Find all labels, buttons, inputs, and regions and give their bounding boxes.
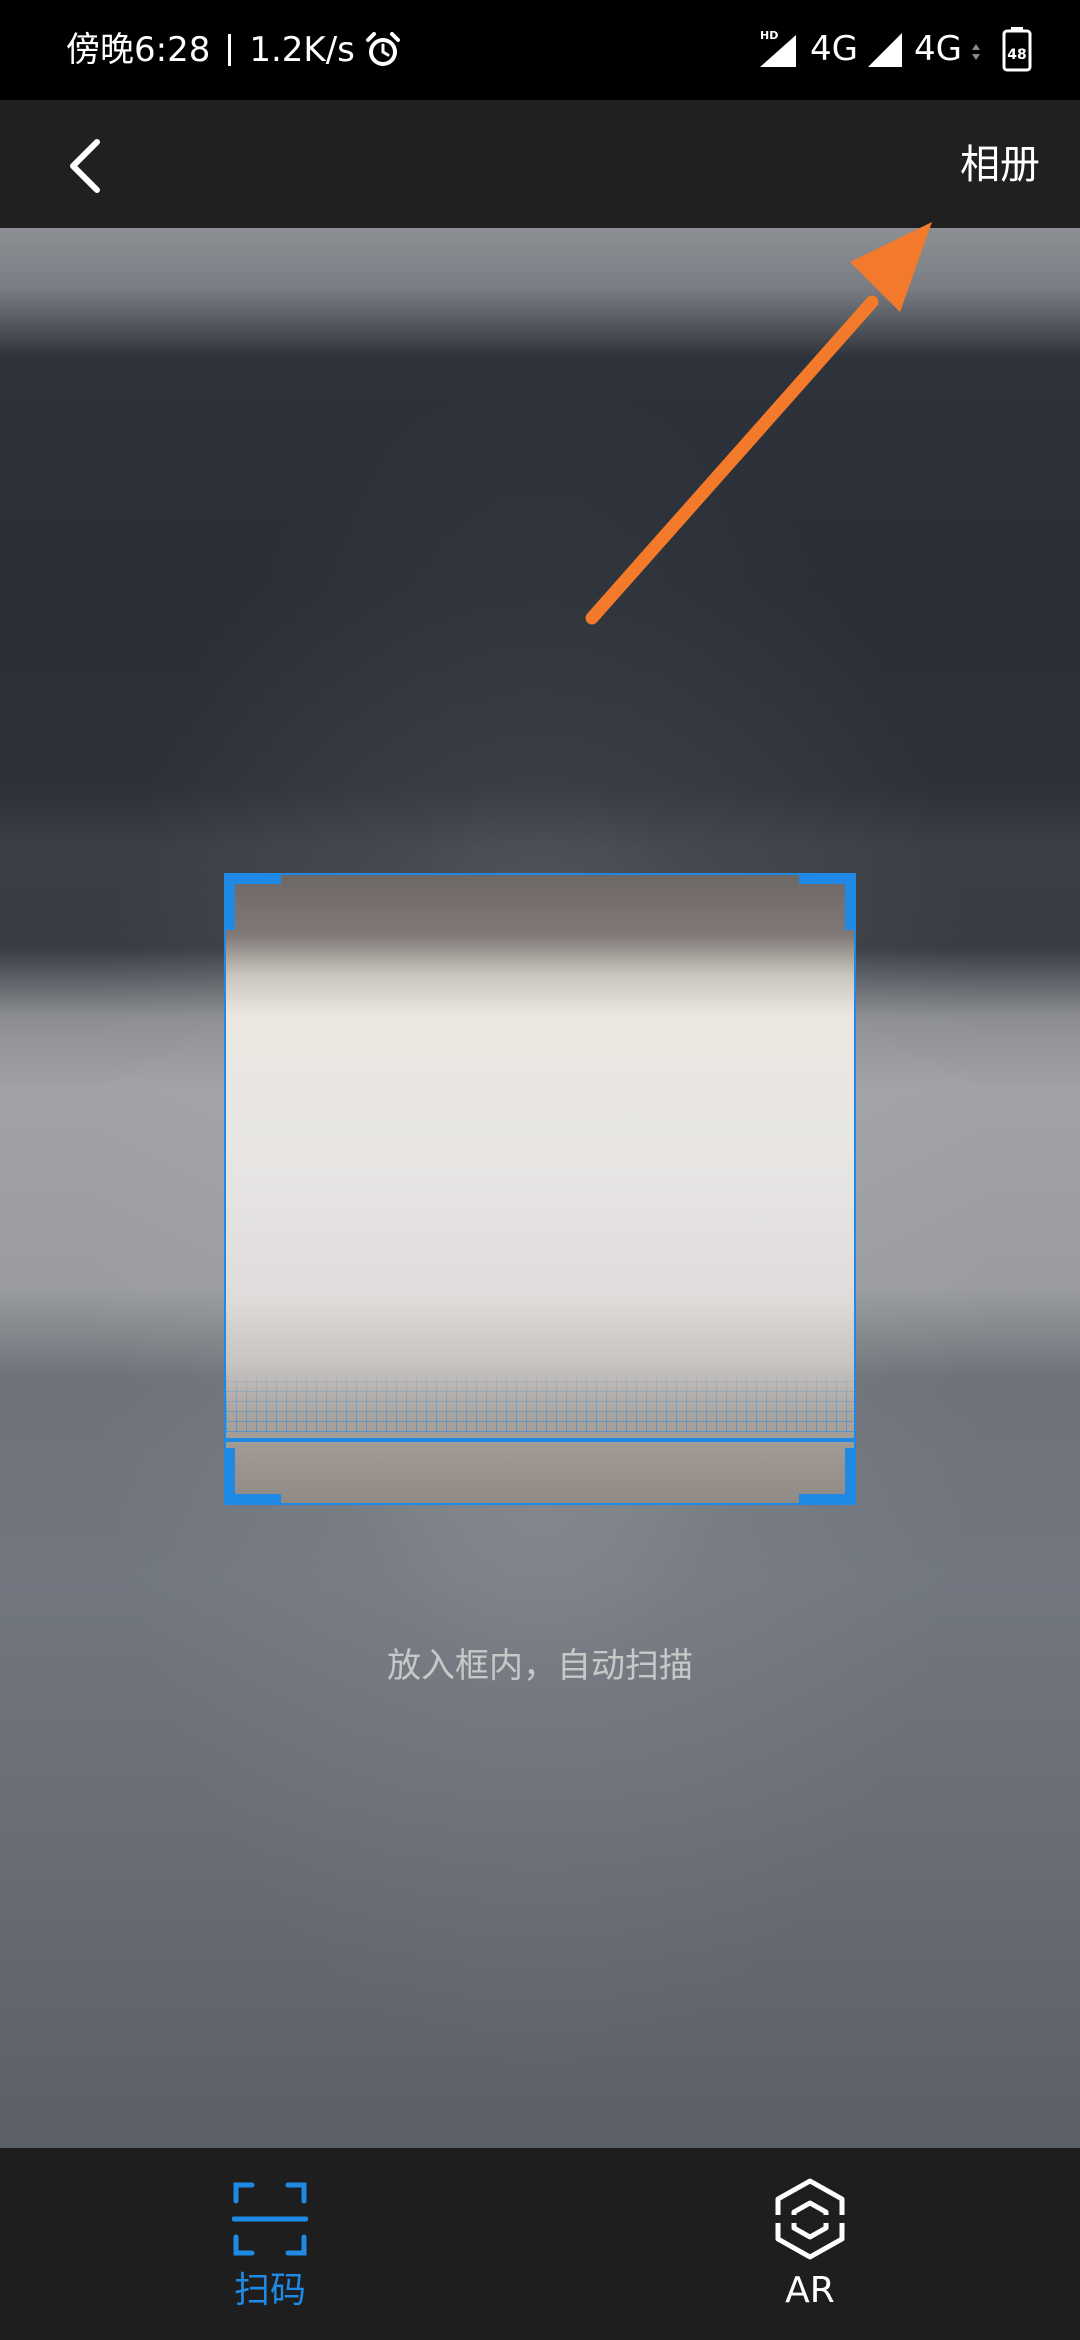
hd-label: HD xyxy=(760,29,778,42)
status-right: HD 4G 4G 48 xyxy=(750,24,1038,74)
scanner-screen: 傍晚6:28 1.2K/s HD 4G 4G 48 相册 放入框内，自动扫描 扫… xyxy=(0,0,1080,2340)
sim2-network: 4G xyxy=(914,29,962,69)
scan-corner-top-right xyxy=(799,875,854,930)
tab-scan-label: 扫码 xyxy=(233,2270,306,2311)
scan-corner-top-left xyxy=(226,875,281,930)
status-separator xyxy=(228,34,232,66)
ar-hexagon-icon xyxy=(769,2178,851,2260)
album-button[interactable]: 相册 xyxy=(960,130,1040,200)
battery-icon: 48 xyxy=(1002,26,1032,72)
scan-frame xyxy=(224,873,856,1505)
sim1-network: 4G xyxy=(810,29,859,69)
status-time: 傍晚6:28 xyxy=(66,30,211,70)
scan-hint: 放入框内，自动扫描 xyxy=(387,1646,693,1686)
top-nav-bar: 相册 xyxy=(0,100,1080,228)
scan-line xyxy=(226,1438,854,1442)
alarm-icon xyxy=(363,30,403,70)
battery-level: 48 xyxy=(1007,47,1026,63)
hd-signal-icon: HD xyxy=(756,27,802,71)
scan-corner-bottom-right xyxy=(799,1448,854,1503)
back-button[interactable] xyxy=(44,126,124,206)
chevron-left-icon xyxy=(70,139,100,193)
bottom-tab-bar: 扫码 AR xyxy=(0,2148,1080,2340)
signal-icon xyxy=(866,29,906,69)
status-left: 傍晚6:28 1.2K/s xyxy=(66,26,403,74)
scan-grid xyxy=(226,1371,854,1433)
tab-ar[interactable]: AR xyxy=(710,2178,910,2328)
scan-frame-icon xyxy=(229,2178,311,2260)
tab-scan[interactable]: 扫码 xyxy=(170,2178,370,2328)
status-net-speed: 1.2K/s xyxy=(249,30,355,70)
status-bar: 傍晚6:28 1.2K/s HD 4G 4G 48 xyxy=(0,0,1080,100)
tab-ar-label: AR xyxy=(785,2270,835,2311)
scan-corner-bottom-left xyxy=(226,1448,281,1503)
data-arrows-icon xyxy=(970,34,982,64)
